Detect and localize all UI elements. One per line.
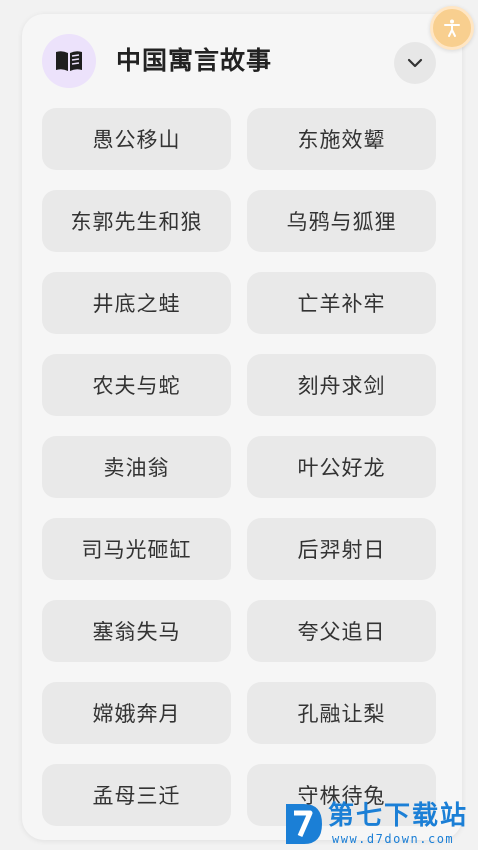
accessibility-button[interactable]: [430, 6, 474, 50]
story-button[interactable]: 孔融让梨: [247, 682, 436, 744]
story-button[interactable]: 嫦娥奔月: [42, 682, 231, 744]
story-button[interactable]: 亡羊补牢: [247, 272, 436, 334]
story-button[interactable]: 愚公移山: [42, 108, 231, 170]
story-card: 中国寓言故事 愚公移山 东施效颦 东郭先生和狼 乌鸦与狐狸 井底之蛙 亡羊补牢 …: [22, 14, 462, 840]
d7-logo-icon: [286, 804, 322, 844]
site-watermark: 第七下载站 www.d7down.com: [282, 800, 478, 850]
story-button[interactable]: 塞翁失马: [42, 600, 231, 662]
story-button[interactable]: 后羿射日: [247, 518, 436, 580]
collapse-button[interactable]: [394, 42, 436, 84]
page-title: 中国寓言故事: [116, 46, 273, 75]
story-button[interactable]: 孟母三迁: [42, 764, 231, 826]
story-button[interactable]: 东施效颦: [247, 108, 436, 170]
chevron-down-icon: [407, 58, 423, 68]
story-button[interactable]: 井底之蛙: [42, 272, 231, 334]
story-grid: 愚公移山 东施效颦 东郭先生和狼 乌鸦与狐狸 井底之蛙 亡羊补牢 农夫与蛇 刻舟…: [42, 108, 436, 826]
story-button[interactable]: 夸父追日: [247, 600, 436, 662]
card-header: 中国寓言故事: [42, 34, 452, 90]
story-button[interactable]: 农夫与蛇: [42, 354, 231, 416]
book-badge: [42, 34, 96, 88]
watermark-text: 第七下载站: [328, 801, 469, 831]
story-button[interactable]: 司马光砸缸: [42, 518, 231, 580]
story-button[interactable]: 叶公好龙: [247, 436, 436, 498]
story-button[interactable]: 卖油翁: [42, 436, 231, 498]
page: 中国寓言故事 愚公移山 东施效颦 东郭先生和狼 乌鸦与狐狸 井底之蛙 亡羊补牢 …: [0, 0, 478, 850]
open-book-icon: [56, 51, 82, 71]
story-button[interactable]: 乌鸦与狐狸: [247, 190, 436, 252]
accessibility-person-icon: [444, 19, 460, 37]
story-button[interactable]: 东郭先生和狼: [42, 190, 231, 252]
story-button[interactable]: 刻舟求剑: [247, 354, 436, 416]
watermark-url: www.d7down.com: [332, 832, 455, 846]
